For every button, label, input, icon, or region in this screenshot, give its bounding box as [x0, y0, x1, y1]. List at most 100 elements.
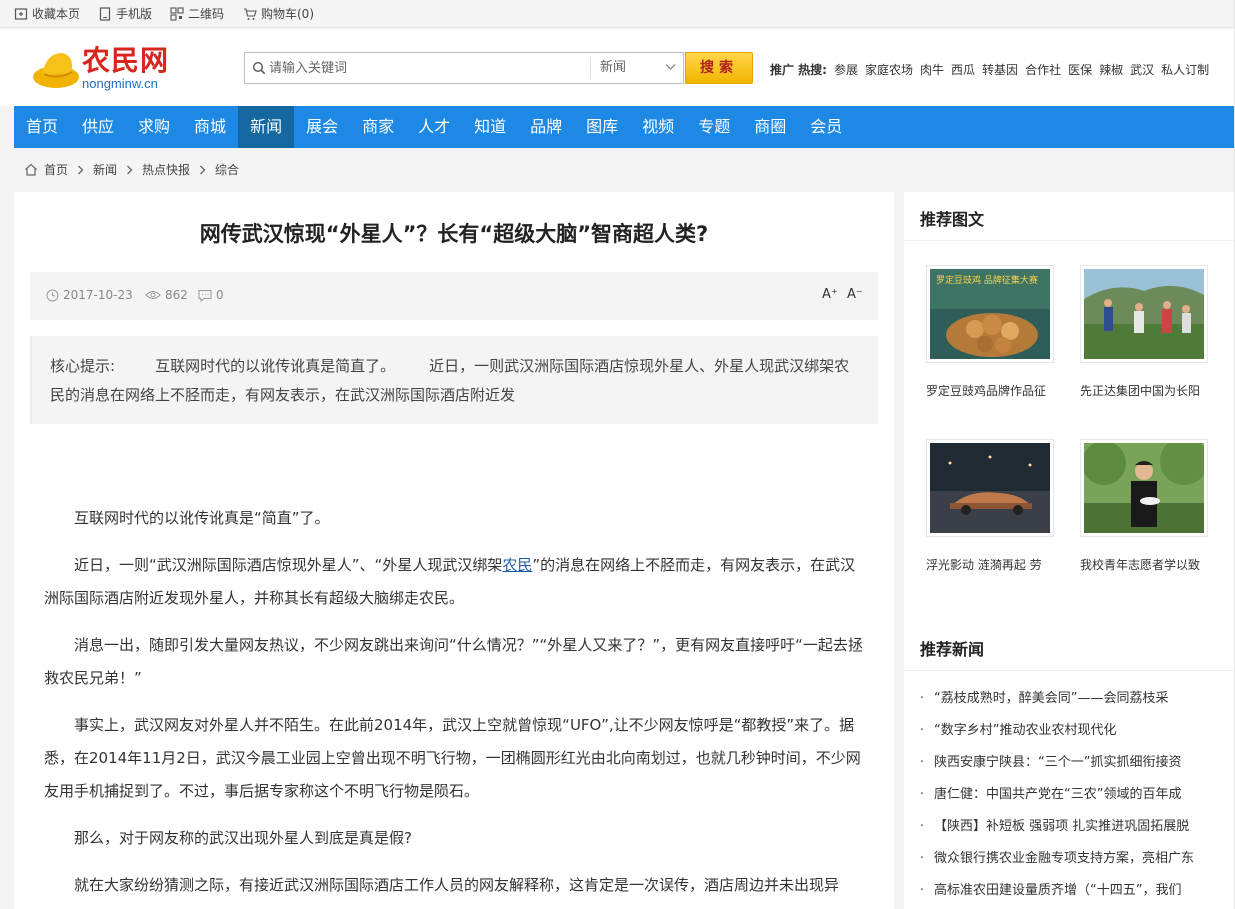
search-button[interactable]: 搜索: [685, 52, 753, 84]
paragraph: 事实上，武汉网友对外星人并不陌生。在此前2014年，武汉上空就曾惊现“UFO”,…: [44, 716, 861, 800]
keyword-link-farmer[interactable]: 农民: [502, 556, 532, 574]
news-list-item[interactable]: · 【陕西】补短板 强弱项 扎实推进巩固拓展脱: [920, 815, 1235, 847]
nav-item[interactable]: 图库: [574, 106, 630, 148]
header: 农民网 nongminw.cn 新闻 搜索 推广 热搜: 参展家庭农场肉牛西瓜转…: [0, 29, 1235, 106]
breadcrumb: 首页 新闻 热点快报 综合: [24, 161, 239, 178]
chevron-right-icon: [200, 165, 206, 174]
summary-text-1: 互联网时代的以讹传讹真是简直了。: [155, 357, 396, 375]
search-category-select[interactable]: 新闻: [590, 57, 684, 79]
search-input[interactable]: [269, 56, 589, 80]
news-title-text: “数字乡村”推动农业农村现代化: [934, 723, 1117, 738]
hot-keyword-link[interactable]: 医保: [1068, 61, 1092, 78]
news-title-text: 陕西安康宁陕县：“三个一”抓实抓细衔接资: [934, 755, 1182, 770]
nav-item[interactable]: 商圈: [742, 106, 798, 148]
breadcrumb-link[interactable]: 新闻: [93, 161, 117, 178]
nav-item[interactable]: 供应: [70, 106, 126, 148]
hot-keyword-link[interactable]: 肉牛: [920, 61, 944, 78]
nav-item[interactable]: 品牌: [518, 106, 574, 148]
pic-caption[interactable]: 罗定豆豉鸡品牌作品征: [926, 382, 1054, 399]
news-title-text: 【陕西】补短板 强弱项 扎实推进巩固拓展脱: [934, 819, 1190, 834]
nav-item[interactable]: 首页: [14, 106, 70, 148]
breadcrumb-link[interactable]: 综合: [215, 161, 239, 178]
comments-value: 0: [216, 288, 224, 302]
logo-text-en: nongminw.cn: [82, 76, 158, 91]
eye-icon: [145, 291, 161, 299]
mobile-link[interactable]: 手机版: [98, 5, 152, 22]
recommended-pics-title: 推荐图文: [920, 210, 985, 229]
news-list-item[interactable]: · 陕西安康宁陕县：“三个一”抓实抓细衔接资: [920, 751, 1235, 783]
nav-item[interactable]: 新闻: [238, 106, 295, 148]
summary-label: 核心提示:: [50, 357, 116, 375]
nav-item[interactable]: 视频: [630, 106, 686, 148]
favorite-label: 收藏本页: [32, 7, 81, 21]
bullet: ·: [920, 787, 925, 802]
hot-keyword-link[interactable]: 合作社: [1025, 61, 1061, 78]
hot-keyword-link[interactable]: 家庭农场: [865, 61, 913, 78]
hot-keyword-link[interactable]: 转基因: [982, 61, 1018, 78]
sidebar: 推荐图文 罗定豆豉鸡 品牌征集大赛 罗定豆豉鸡品牌作品征 先正达集团中国为长阳: [904, 192, 1235, 909]
paragraph-text: 近日，一则“武汉洲际国际酒店惊现外星人”、“外星人现武汉绑架: [74, 556, 503, 574]
news-title-text: “荔枝成熟时，醉美会同”——会同荔枝采: [934, 691, 1169, 706]
divider: [904, 670, 1235, 671]
nav-item[interactable]: 商家: [350, 106, 406, 148]
comment-icon: [198, 289, 212, 302]
nav-item[interactable]: 人才: [406, 106, 462, 148]
font-decrease-button[interactable]: A⁻: [847, 287, 863, 302]
pic-thumb[interactable]: [926, 439, 1054, 537]
article-panel: 网传武汉惊现“外星人”？长有“超级大脑”智商超人类? 2017-10-23 86…: [14, 192, 894, 909]
article-comments[interactable]: 0: [198, 288, 224, 302]
news-title-text: 微众银行携农业金融专项支持方案，亮相广东: [934, 851, 1195, 866]
hot-keyword-link[interactable]: 私人订制: [1161, 61, 1209, 78]
cart-link[interactable]: 购物车(0): [243, 5, 314, 22]
article-views: 862: [145, 288, 188, 302]
hot-keyword-link[interactable]: 参展: [834, 61, 858, 78]
hot-keyword-link[interactable]: 辣椒: [1099, 61, 1123, 78]
clock-icon: [46, 289, 59, 301]
mobile-icon: [99, 6, 111, 21]
nav-item[interactable]: 展会: [294, 106, 350, 148]
straw-hat-logo-icon: [33, 53, 79, 88]
hot-keyword-link[interactable]: 西瓜: [951, 61, 975, 78]
qrcode-link[interactable]: 二维码: [170, 5, 224, 22]
search-category-value: 新闻: [600, 60, 627, 75]
hot-keyword-link[interactable]: 武汉: [1130, 61, 1154, 78]
nav-item[interactable]: 专题: [686, 106, 742, 148]
news-title-text: 唐仁健：中国共产党在“三农”领域的百年成: [934, 787, 1182, 802]
cart-icon: [244, 7, 257, 20]
pic-caption[interactable]: 浮光影动 涟漪再起 劳: [926, 556, 1054, 573]
news-list-item[interactable]: · “数字乡村”推动农业农村现代化: [920, 719, 1235, 751]
recommended-news-title: 推荐新闻: [920, 640, 985, 659]
hot-search: 推广 热搜: 参展 家庭农场 肉牛 西瓜 转基因 合作社 医保 辣椒 武汉 私人订制: [770, 61, 1216, 78]
bookmark-add-icon: [14, 7, 28, 20]
news-list-item[interactable]: · 唐仁健：中国共产党在“三农”领域的百年成: [920, 783, 1235, 815]
main-nav: 首页 供应 求购 商城 新闻 展会 商家 人才 知道 品牌 图库 视频 专题 商圈 会员: [14, 106, 1234, 148]
favorite-link[interactable]: 收藏本页: [14, 5, 80, 22]
nav-item[interactable]: 求购: [126, 106, 182, 148]
article-body: 互联网时代的以讹传讹真是“简直”了。 近日，一则“武汉洲际国际酒店惊现外星人”、…: [44, 502, 864, 909]
qrcode-icon: [170, 6, 184, 21]
pic-caption[interactable]: 先正达集团中国为长阳: [1080, 382, 1208, 399]
news-list-item[interactable]: · 微众银行携农业金融专项支持方案，亮相广东: [920, 847, 1235, 879]
font-increase-button[interactable]: A⁺: [822, 287, 838, 302]
walnut-poster-image: 罗定豆豉鸡 品牌征集大赛: [930, 269, 1050, 359]
news-list-item[interactable]: · “荔枝成熟时，醉美会同”——会同荔枝采: [920, 687, 1235, 719]
bullet: ·: [920, 723, 925, 738]
pic-thumb[interactable]: [1080, 265, 1208, 363]
nav-item[interactable]: 会员: [798, 106, 854, 148]
search-icon: [252, 61, 266, 75]
pic-thumb[interactable]: 罗定豆豉鸡 品牌征集大赛: [926, 265, 1054, 363]
breadcrumb-link[interactable]: 首页: [44, 161, 68, 178]
field-people-image: [1084, 269, 1204, 359]
site-logo[interactable]: 农民网 nongminw.cn: [30, 43, 190, 93]
breadcrumb-link[interactable]: 热点快报: [142, 161, 190, 178]
nav-item[interactable]: 知道: [462, 106, 518, 148]
divider: [904, 240, 1235, 241]
pic-caption[interactable]: 我校青年志愿者学以致: [1080, 556, 1208, 573]
article-date: 2017-10-23: [46, 288, 133, 302]
nav-item[interactable]: 商城: [182, 106, 238, 148]
car-night-image: [930, 443, 1050, 533]
pic-thumb[interactable]: [1080, 439, 1208, 537]
news-list-item[interactable]: · 高标准农田建设量质齐增（“十四五”，我们: [920, 879, 1235, 909]
article-title: 网传武汉惊现“外星人”？长有“超级大脑”智商超人类?: [199, 222, 709, 246]
chevron-right-icon: [78, 165, 84, 174]
